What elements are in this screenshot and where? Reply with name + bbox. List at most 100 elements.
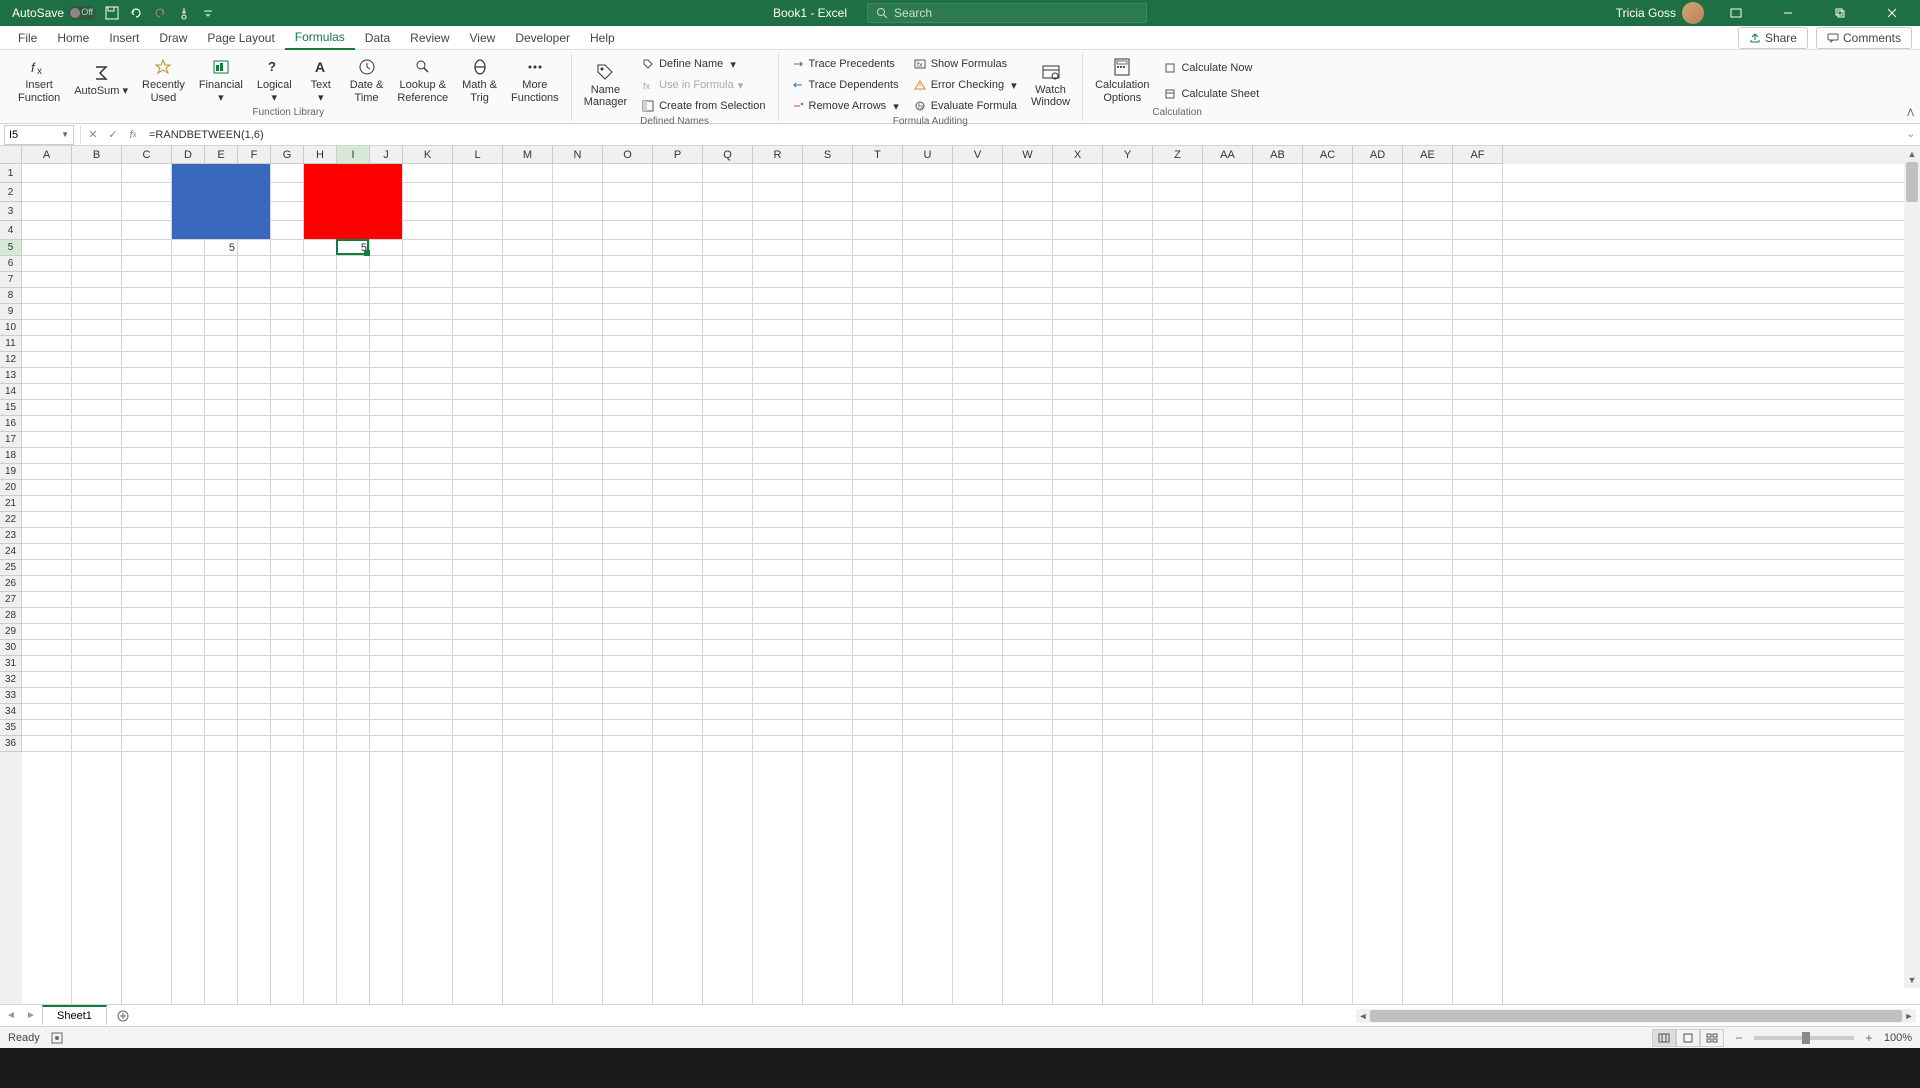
tab-formulas[interactable]: Formulas <box>285 26 355 50</box>
row-header-29[interactable]: 29 <box>0 624 22 640</box>
col-header-I[interactable]: I <box>337 146 370 164</box>
search-box[interactable] <box>867 3 1147 23</box>
page-layout-view-button[interactable] <box>1676 1029 1700 1047</box>
error-checking-button[interactable]: Error Checking ▾ <box>907 75 1023 95</box>
create-from-selection-button[interactable]: Create from Selection <box>635 96 771 116</box>
scroll-up-icon[interactable]: ▲ <box>1904 146 1920 162</box>
col-header-O[interactable]: O <box>603 146 653 164</box>
row-header-21[interactable]: 21 <box>0 496 22 512</box>
col-header-AE[interactable]: AE <box>1403 146 1453 164</box>
trace-precedents-button[interactable]: Trace Precedents <box>785 54 905 74</box>
scroll-right-icon[interactable]: ► <box>1902 1011 1916 1021</box>
macro-record-icon[interactable] <box>50 1031 64 1045</box>
col-header-H[interactable]: H <box>304 146 337 164</box>
row-header-4[interactable]: 4 <box>0 221 22 240</box>
cancel-formula-button[interactable]: ✕ <box>83 126 103 144</box>
trace-dependents-button[interactable]: Trace Dependents <box>785 75 905 95</box>
lookup-reference-button[interactable]: Lookup & Reference <box>391 54 454 107</box>
redo-icon[interactable] <box>152 5 168 21</box>
scroll-left-icon[interactable]: ◄ <box>1356 1011 1370 1021</box>
cell-E5[interactable]: 5 <box>205 240 238 256</box>
watch-window-button[interactable]: Watch Window <box>1025 54 1076 116</box>
col-header-B[interactable]: B <box>72 146 122 164</box>
col-header-C[interactable]: C <box>122 146 172 164</box>
row-header-20[interactable]: 20 <box>0 480 22 496</box>
row-header-7[interactable]: 7 <box>0 272 22 288</box>
more-functions-button[interactable]: More Functions <box>505 54 565 107</box>
row-header-11[interactable]: 11 <box>0 336 22 352</box>
col-header-R[interactable]: R <box>753 146 803 164</box>
logical-button[interactable]: ? Logical▾ <box>251 54 298 107</box>
tab-help[interactable]: Help <box>580 27 625 49</box>
zoom-in-button[interactable]: + <box>1862 1031 1876 1045</box>
tab-insert[interactable]: Insert <box>99 27 149 49</box>
name-box[interactable]: I5 ▼ <box>4 125 74 145</box>
tab-home[interactable]: Home <box>47 27 99 49</box>
col-header-AF[interactable]: AF <box>1453 146 1503 164</box>
col-header-AD[interactable]: AD <box>1353 146 1403 164</box>
minimize-button[interactable] <box>1768 0 1808 26</box>
row-header-16[interactable]: 16 <box>0 416 22 432</box>
col-header-AA[interactable]: AA <box>1203 146 1253 164</box>
col-header-L[interactable]: L <box>453 146 503 164</box>
row-header-12[interactable]: 12 <box>0 352 22 368</box>
row-header-15[interactable]: 15 <box>0 400 22 416</box>
collapse-ribbon-button[interactable]: ᐱ <box>1907 108 1914 119</box>
formula-input[interactable] <box>143 129 1902 141</box>
vertical-scroll-thumb[interactable] <box>1906 162 1918 202</box>
tab-page-layout[interactable]: Page Layout <box>197 27 284 49</box>
text-button[interactable]: A Text▾ <box>300 54 342 107</box>
comments-button[interactable]: Comments <box>1816 27 1912 49</box>
date-time-button[interactable]: Date & Time <box>344 54 390 107</box>
undo-icon[interactable] <box>128 5 144 21</box>
col-header-J[interactable]: J <box>370 146 403 164</box>
col-header-W[interactable]: W <box>1003 146 1053 164</box>
row-header-9[interactable]: 9 <box>0 304 22 320</box>
horizontal-scroll-thumb[interactable] <box>1370 1010 1902 1022</box>
row-header-34[interactable]: 34 <box>0 704 22 720</box>
define-name-button[interactable]: Define Name ▾ <box>635 54 771 74</box>
zoom-slider-thumb[interactable] <box>1802 1032 1810 1044</box>
row-header-30[interactable]: 30 <box>0 640 22 656</box>
calculate-now-button[interactable]: Calculate Now <box>1157 58 1265 78</box>
tab-view[interactable]: View <box>460 27 506 49</box>
windows-taskbar[interactable] <box>0 1048 1920 1088</box>
row-header-31[interactable]: 31 <box>0 656 22 672</box>
name-box-dropdown-icon[interactable]: ▼ <box>61 130 69 139</box>
tab-developer[interactable]: Developer <box>505 27 580 49</box>
row-header-5[interactable]: 5 <box>0 240 22 256</box>
financial-button[interactable]: Financial▾ <box>193 54 249 107</box>
vertical-scrollbar[interactable]: ▲ ▼ <box>1904 146 1920 988</box>
scroll-down-icon[interactable]: ▼ <box>1904 972 1920 988</box>
row-header-27[interactable]: 27 <box>0 592 22 608</box>
col-header-F[interactable]: F <box>238 146 271 164</box>
col-header-G[interactable]: G <box>271 146 304 164</box>
save-icon[interactable] <box>104 5 120 21</box>
maximize-button[interactable] <box>1820 0 1860 26</box>
col-header-D[interactable]: D <box>172 146 205 164</box>
col-header-K[interactable]: K <box>403 146 453 164</box>
row-header-25[interactable]: 25 <box>0 560 22 576</box>
select-all-corner[interactable] <box>0 146 22 164</box>
remove-arrows-button[interactable]: Remove Arrows ▾ <box>785 96 905 116</box>
row-header-17[interactable]: 17 <box>0 432 22 448</box>
row-header-18[interactable]: 18 <box>0 448 22 464</box>
evaluate-formula-button[interactable]: fx Evaluate Formula <box>907 96 1023 116</box>
col-header-E[interactable]: E <box>205 146 238 164</box>
zoom-level[interactable]: 100% <box>1884 1032 1912 1044</box>
row-header-35[interactable]: 35 <box>0 720 22 736</box>
row-header-28[interactable]: 28 <box>0 608 22 624</box>
col-header-S[interactable]: S <box>803 146 853 164</box>
row-header-14[interactable]: 14 <box>0 384 22 400</box>
col-header-M[interactable]: M <box>503 146 553 164</box>
share-button[interactable]: Share <box>1738 27 1808 49</box>
touch-mode-icon[interactable] <box>176 5 192 21</box>
autosave-toggle[interactable]: AutoSave Off <box>12 6 96 20</box>
row-header-19[interactable]: 19 <box>0 464 22 480</box>
row-header-8[interactable]: 8 <box>0 288 22 304</box>
calculation-options-button[interactable]: Calculation Options <box>1089 54 1155 107</box>
normal-view-button[interactable] <box>1652 1029 1676 1047</box>
col-header-X[interactable]: X <box>1053 146 1103 164</box>
ribbon-display-icon[interactable] <box>1716 0 1756 26</box>
cell-I5[interactable]: 5 <box>337 240 370 256</box>
